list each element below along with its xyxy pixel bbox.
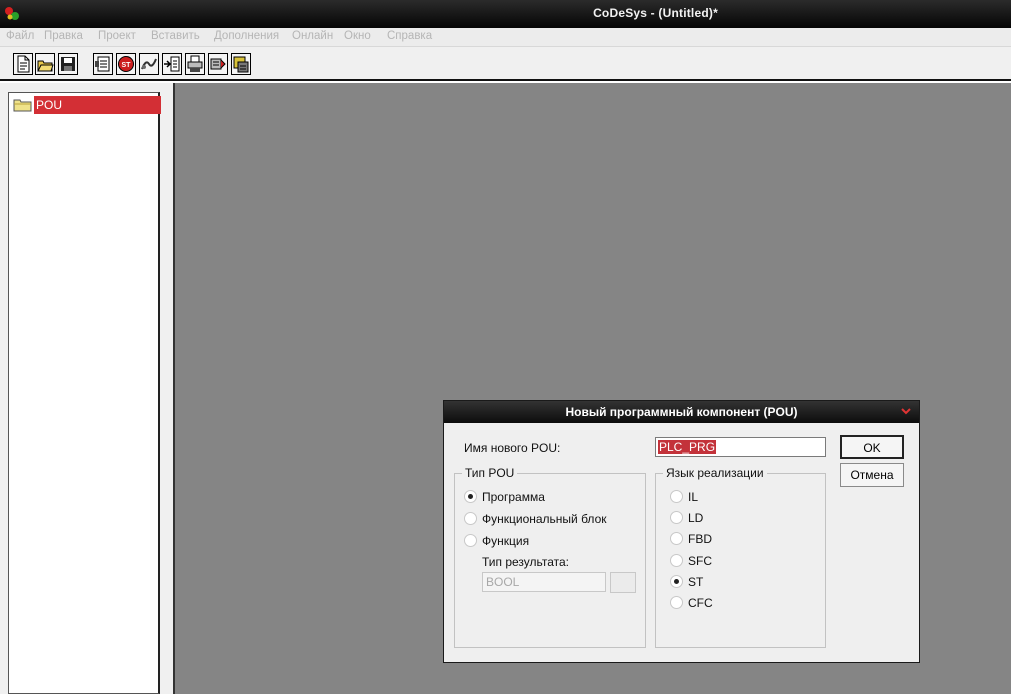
step-icon[interactable] bbox=[162, 53, 182, 75]
result-type-label: Тип результата: bbox=[482, 555, 569, 569]
menu-extras[interactable]: Дополнения bbox=[214, 30, 279, 42]
menu-help[interactable]: Справка bbox=[387, 30, 432, 42]
menu-file[interactable]: Файл bbox=[6, 30, 34, 42]
tree-item-label: POU bbox=[34, 96, 161, 114]
title-bar: CoDeSys - (Untitled)* bbox=[0, 0, 1011, 28]
object-organizer-pane: POU bbox=[0, 83, 175, 694]
radio-label: CFC bbox=[688, 596, 713, 610]
stop-icon[interactable]: ST bbox=[116, 53, 136, 75]
radio-label: IL bbox=[688, 490, 699, 504]
menu-edit[interactable]: Правка bbox=[44, 30, 83, 42]
pou-name-value: PLC_PRG bbox=[658, 440, 717, 454]
radio-label: Функциональный блок bbox=[482, 512, 607, 526]
pou-tree[interactable]: POU bbox=[8, 92, 161, 694]
pou-type-title: Тип POU bbox=[462, 466, 518, 480]
open-folder-icon[interactable] bbox=[35, 53, 55, 75]
pou-icon[interactable] bbox=[93, 53, 113, 75]
tree-item-pou[interactable]: POU bbox=[13, 95, 161, 115]
connect-icon[interactable] bbox=[139, 53, 159, 75]
radio-button[interactable] bbox=[464, 512, 477, 525]
save-icon[interactable] bbox=[58, 53, 78, 75]
dialog-title: Новый программный компонент (POU) bbox=[444, 401, 919, 423]
menu-bar: Файл Правка Проект Вставить Дополнения О… bbox=[0, 28, 1011, 47]
new-file-icon[interactable] bbox=[13, 53, 33, 75]
download-icon[interactable] bbox=[231, 53, 251, 75]
browse-button[interactable] bbox=[610, 572, 636, 593]
result-type-input[interactable]: BOOL bbox=[482, 572, 606, 592]
ok-button[interactable]: OK bbox=[840, 435, 904, 459]
svg-text:ST: ST bbox=[122, 62, 132, 69]
radio-button[interactable] bbox=[464, 534, 477, 547]
new-pou-dialog: Новый программный компонент (POU) Имя но… bbox=[443, 400, 920, 663]
menu-insert[interactable]: Вставить bbox=[151, 30, 200, 42]
pou-name-input[interactable]: PLC_PRG bbox=[655, 437, 826, 457]
radio-button[interactable] bbox=[670, 575, 683, 588]
radio-label: Функция bbox=[482, 534, 530, 548]
radio-button[interactable] bbox=[670, 511, 683, 524]
radio-button[interactable] bbox=[464, 490, 477, 503]
menu-window[interactable]: Окно bbox=[344, 30, 371, 42]
radio-label: SFC bbox=[688, 554, 712, 568]
language-title: Язык реализации bbox=[663, 466, 767, 480]
radio-label: FBD bbox=[688, 532, 712, 546]
menu-project[interactable]: Проект bbox=[98, 30, 136, 42]
close-icon[interactable] bbox=[899, 404, 913, 418]
radio-label: ST bbox=[688, 575, 704, 589]
toolbar: ST bbox=[0, 47, 1011, 81]
pou-name-label: Имя нового POU: bbox=[464, 441, 561, 455]
menu-online[interactable]: Онлайн bbox=[292, 30, 333, 42]
cancel-button[interactable]: Отмена bbox=[840, 463, 904, 487]
radio-button[interactable] bbox=[670, 596, 683, 609]
folder-icon bbox=[13, 99, 32, 112]
radio-label: LD bbox=[688, 511, 704, 525]
print-icon[interactable] bbox=[185, 53, 205, 75]
radio-label: Программа bbox=[482, 490, 545, 504]
radio-button[interactable] bbox=[670, 532, 683, 545]
radio-button[interactable] bbox=[670, 490, 683, 503]
window-title: CoDeSys - (Untitled)* bbox=[593, 6, 718, 20]
login-icon[interactable] bbox=[208, 53, 228, 75]
radio-button[interactable] bbox=[670, 554, 683, 567]
